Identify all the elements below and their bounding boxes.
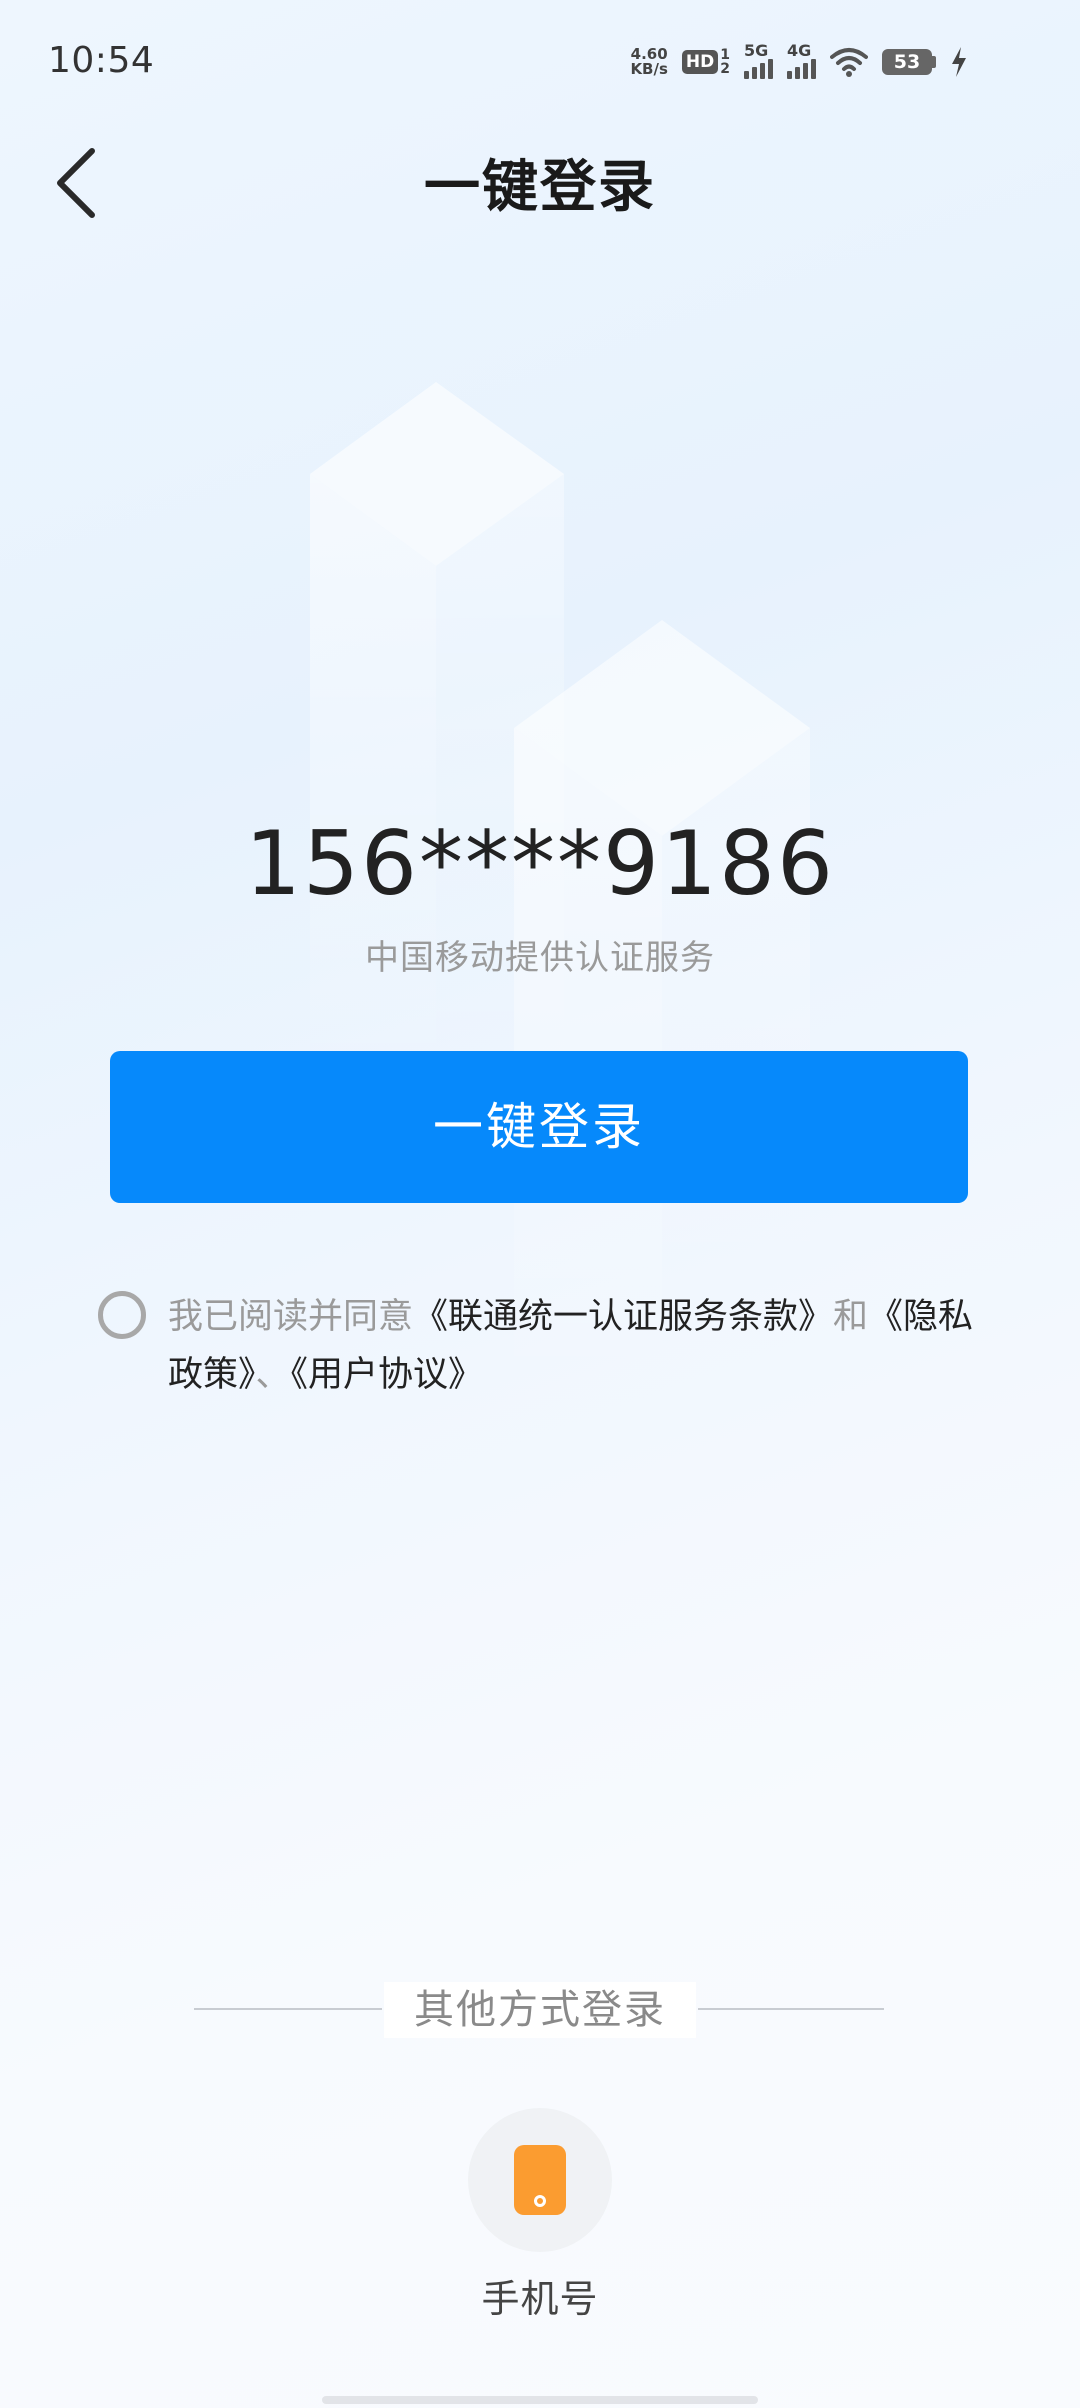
user-agreement-link[interactable]: 《用户协议》 <box>291 1355 484 1395</box>
network-speed: 4.60 KB/s <box>630 47 667 77</box>
wifi-icon <box>830 48 868 77</box>
signal-5g-label: 5G <box>744 41 769 60</box>
hd-sub-top: 1 <box>720 47 730 63</box>
status-bar: 10:54 4.60 KB/s HD 1 2 5G 4G 53 <box>0 0 1080 128</box>
signal-4g-icon: 4G <box>787 41 816 79</box>
agreement-separator: 、 <box>255 1355 291 1395</box>
divider-left <box>194 2008 382 2010</box>
agreement-and: 和 <box>833 1297 869 1337</box>
hd-sub-bottom: 2 <box>720 61 730 77</box>
phone-login-label: 手机号 <box>481 2277 599 2321</box>
home-indicator[interactable] <box>322 2396 758 2404</box>
phone-login-button[interactable] <box>468 2108 612 2252</box>
masked-phone-number: 156****9186 <box>245 812 835 915</box>
one-click-login-button[interactable]: 一键登录 <box>110 1051 968 1203</box>
divider-right <box>698 2008 884 2010</box>
page-title: 一键登录 <box>424 155 656 220</box>
signal-5g-icon: 5G <box>744 41 773 79</box>
lightning-icon <box>952 47 966 77</box>
signal-4g-label: 4G <box>787 41 812 60</box>
status-icons: 4.60 KB/s HD 1 2 5G 4G 53 <box>630 40 968 84</box>
background-decoration <box>310 382 810 1400</box>
hd-icon: HD 1 2 <box>681 47 730 77</box>
agreement-text: 我已阅读并同意《联通统一认证服务条款》和《隐私政策》、《用户协议》 <box>168 1288 1008 1404</box>
other-login-label: 其他方式登录 <box>384 1982 696 2038</box>
hd-label: HD <box>681 50 719 74</box>
battery-icon: 53 <box>882 49 936 75</box>
agreement-prefix: 我已阅读并同意 <box>168 1297 414 1337</box>
battery-level: 53 <box>882 49 932 75</box>
terms-link[interactable]: 《联通统一认证服务条款》 <box>413 1297 833 1337</box>
status-time: 10:54 <box>48 40 155 81</box>
network-speed-unit: KB/s <box>630 60 668 78</box>
carrier-auth-text: 中国移动提供认证服务 <box>365 938 715 978</box>
agreement-checkbox[interactable] <box>98 1291 146 1339</box>
phone-icon <box>514 2145 566 2215</box>
